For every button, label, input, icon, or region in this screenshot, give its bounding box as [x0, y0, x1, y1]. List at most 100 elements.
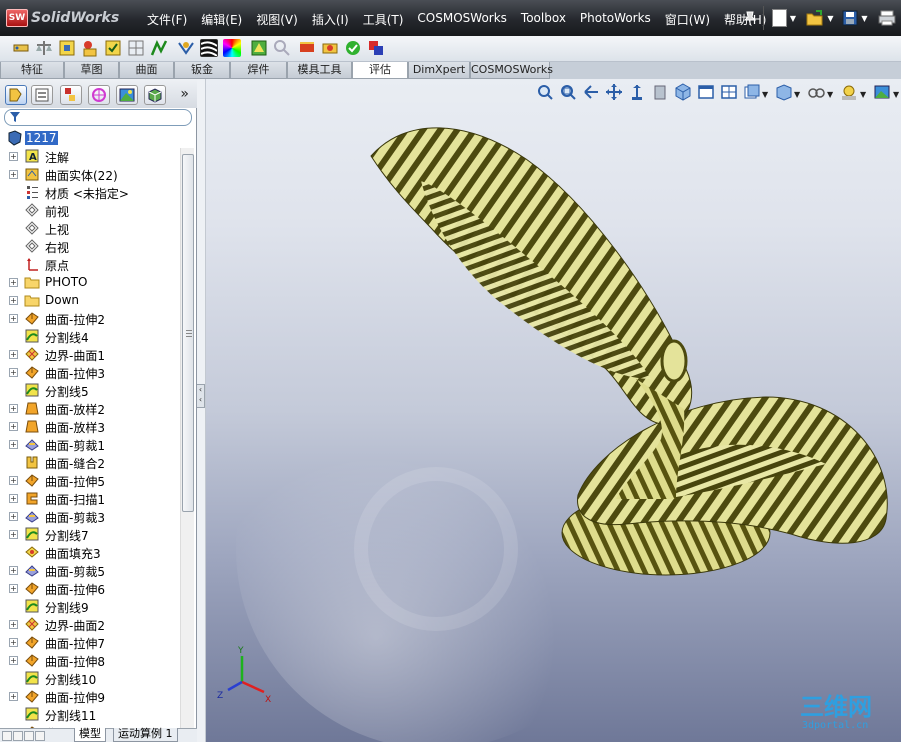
curvature-icon[interactable]	[223, 39, 241, 57]
undercut-detection-icon[interactable]	[273, 39, 291, 57]
tree-item[interactable]: + 边界-曲面1	[0, 345, 180, 363]
tree-item[interactable]: + 曲面-拉伸3	[0, 363, 180, 381]
tree-item[interactable]: + 曲面-剪裁1	[0, 435, 180, 453]
tree-item[interactable]: + 曲面-剪裁3	[0, 507, 180, 525]
zebra-stripes-icon[interactable]	[200, 39, 218, 57]
menu-item[interactable]: 窗口(W)	[658, 10, 717, 29]
model-arm-eye[interactable]	[660, 339, 688, 383]
draft-analysis-icon[interactable]	[250, 39, 268, 57]
tree-item[interactable]: 分割线10	[0, 669, 180, 687]
geometry-analysis-icon[interactable]	[127, 39, 145, 57]
open-button[interactable]: ▼	[804, 8, 836, 28]
expand-toggle-icon[interactable]: +	[9, 584, 18, 593]
expand-toggle-icon[interactable]: +	[9, 638, 18, 647]
expand-toggle-icon[interactable]: +	[9, 530, 18, 539]
tree-item[interactable]: + Down	[0, 291, 180, 309]
tree-item[interactable]: + 曲面-剪裁5	[0, 561, 180, 579]
deviation-analysis-icon[interactable]	[177, 39, 195, 57]
model-3d-view[interactable]	[206, 79, 901, 742]
tree-item[interactable]: + 分割线7	[0, 525, 180, 543]
tree-scrollbar[interactable]	[180, 148, 194, 728]
expand-toggle-icon[interactable]: +	[9, 278, 18, 287]
tree-root-part[interactable]: 1217	[0, 129, 180, 147]
expand-toggle-icon[interactable]: +	[9, 314, 18, 323]
tree-item[interactable]: + 边界-曲面2	[0, 615, 180, 633]
command-tab[interactable]: 评估	[352, 62, 408, 79]
tree-item[interactable]: 原点	[0, 255, 180, 273]
tree-item[interactable]: 材质 <未指定>	[0, 183, 180, 201]
panel-splitter[interactable]: ‹ ‹	[197, 79, 206, 742]
save-button[interactable]: ▼	[840, 8, 870, 28]
graphics-area[interactable]: ▼ ▼ ▼ ▼ ▼ Y X Z 三维网 3dportal.cn	[206, 79, 901, 742]
tree-item[interactable]: 曲面-缝合2	[0, 453, 180, 471]
expand-toggle-icon[interactable]: +	[9, 494, 18, 503]
section-properties-icon[interactable]	[58, 39, 76, 57]
property-manager-tab[interactable]	[31, 85, 53, 105]
tab-motion-study-1[interactable]: 运动算例 1	[113, 728, 178, 742]
tree-item[interactable]: + 曲面-拉伸2	[0, 309, 180, 327]
thickness-analysis-icon[interactable]	[321, 39, 339, 57]
tree-item[interactable]: + 曲面-拉伸8	[0, 651, 180, 669]
menu-item[interactable]: Toolbox	[514, 10, 573, 29]
expand-toggle-icon[interactable]: +	[9, 512, 18, 521]
expand-toggle-icon[interactable]: +	[9, 440, 18, 449]
command-tab[interactable]: 曲面	[119, 62, 174, 79]
expand-toggle-icon[interactable]: +	[9, 350, 18, 359]
tree-item[interactable]: + 曲面实体(22)	[0, 165, 180, 183]
tree-item[interactable]: + 曲面-扫描1	[0, 489, 180, 507]
menu-item[interactable]: 工具(T)	[356, 10, 411, 29]
tree-item[interactable]: + 曲面-放样3	[0, 417, 180, 435]
expand-toggle-icon[interactable]: +	[9, 620, 18, 629]
sensor-icon[interactable]	[81, 39, 99, 57]
dimxpert-manager-tab[interactable]	[88, 85, 110, 105]
tree-item[interactable]: + 曲面-拉伸5	[0, 471, 180, 489]
tree-item[interactable]: + 曲面-拉伸7	[0, 633, 180, 651]
tree-item[interactable]: + PHOTO	[0, 273, 180, 291]
expand-toggle-icon[interactable]: +	[9, 296, 18, 305]
tree-item[interactable]: 前视	[0, 201, 180, 219]
command-tab[interactable]: DimXpert	[408, 62, 470, 79]
expand-toggle-icon[interactable]: +	[9, 656, 18, 665]
menu-item[interactable]: 插入(I)	[305, 10, 356, 29]
new-document-button[interactable]: ▼	[768, 8, 800, 28]
appearance-manager-tab[interactable]	[144, 85, 166, 105]
collapse-panel-handle[interactable]: ‹ ‹	[197, 384, 205, 408]
command-tab[interactable]: 钣金	[174, 62, 230, 79]
expand-toggle-icon[interactable]: +	[9, 422, 18, 431]
tree-item[interactable]: + 曲面-拉伸6	[0, 579, 180, 597]
tree-item[interactable]: 分割线9	[0, 597, 180, 615]
command-tab[interactable]: 特征	[0, 62, 64, 79]
more-tabs-button[interactable]: »	[180, 86, 189, 102]
expand-toggle-icon[interactable]: +	[9, 368, 18, 377]
print-button[interactable]	[876, 8, 898, 28]
tab-scroll-next-button[interactable]	[24, 731, 34, 741]
menu-item[interactable]: 文件(F)	[140, 10, 194, 29]
command-tab[interactable]: COSMOSWorks	[470, 62, 553, 79]
parting-line-analysis-icon[interactable]	[298, 39, 316, 57]
feature-statistics-icon[interactable]	[344, 39, 362, 57]
menu-item[interactable]: 视图(V)	[249, 10, 305, 29]
expand-toggle-icon[interactable]: +	[9, 170, 18, 179]
measure-icon[interactable]	[12, 39, 30, 57]
tree-item[interactable]: 曲面填充3	[0, 543, 180, 561]
tab-model[interactable]: 模型	[74, 728, 106, 742]
tab-scroll-prev-button[interactable]	[13, 731, 23, 741]
tree-item[interactable]: 分割线11	[0, 705, 180, 723]
tree-item[interactable]: + 曲面-放样2	[0, 399, 180, 417]
expand-toggle-icon[interactable]: +	[9, 152, 18, 161]
tree-item[interactable]: + 曲面-拉伸9	[0, 687, 180, 705]
app-logo[interactable]: SW SolidWorks	[6, 8, 119, 28]
expand-toggle-icon[interactable]: +	[9, 692, 18, 701]
tab-scroll-last-button[interactable]	[35, 731, 45, 741]
command-tab[interactable]: 焊件	[230, 62, 287, 79]
tree-item[interactable]: 右视	[0, 237, 180, 255]
import-diagnostics-icon[interactable]	[150, 39, 168, 57]
tree-filter-input[interactable]	[4, 109, 192, 126]
menu-item[interactable]: COSMOSWorks	[410, 10, 514, 29]
pin-icon[interactable]	[740, 8, 760, 28]
scrollbar-thumb[interactable]	[182, 154, 194, 512]
symmetry-check-icon[interactable]	[367, 39, 385, 57]
menu-item[interactable]: PhotoWorks	[573, 10, 658, 29]
check-icon[interactable]	[104, 39, 122, 57]
tree-item[interactable]: + A 注解	[0, 147, 180, 165]
